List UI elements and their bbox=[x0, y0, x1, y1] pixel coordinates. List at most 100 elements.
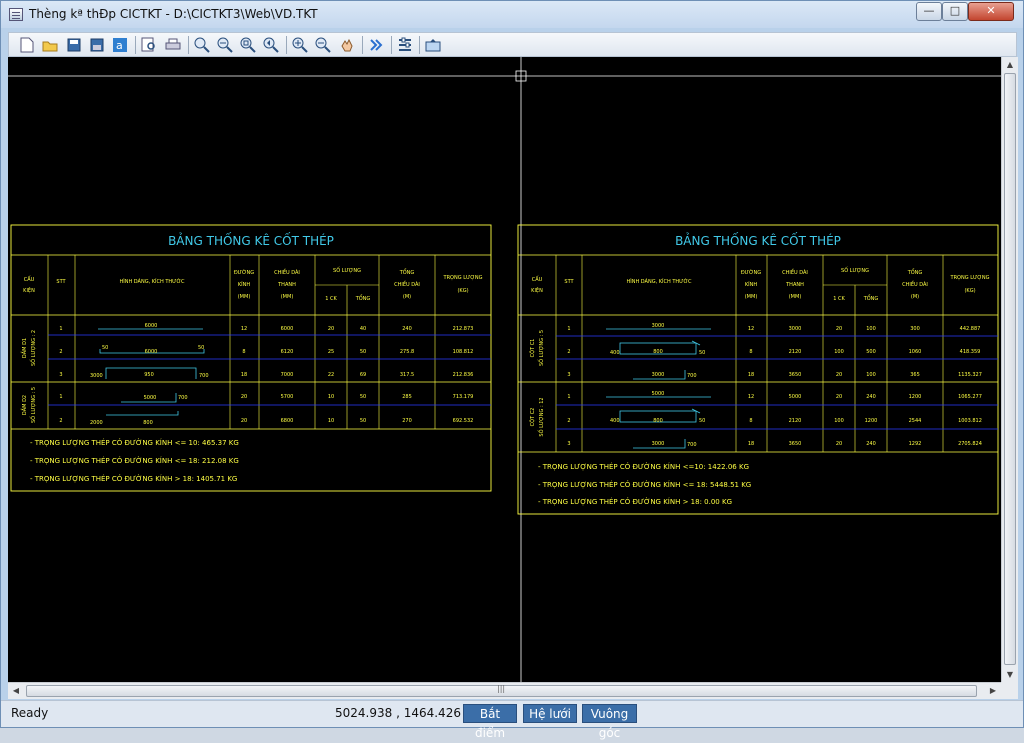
settings-icon[interactable] bbox=[396, 36, 414, 54]
next-icon[interactable] bbox=[367, 36, 385, 54]
header-diameter: (MM) bbox=[745, 294, 758, 300]
header-shape: HÌNH DÁNG, KÍCH THƯỚC bbox=[119, 278, 185, 285]
header-length: CHIỀU DÀI bbox=[782, 268, 808, 276]
drawing-canvas[interactable]: BẢNG THỐNG KÊ CỐT THÉP CẤU KIỆN STT HÌNH… bbox=[8, 57, 1001, 682]
new-file-icon[interactable] bbox=[18, 36, 36, 54]
table-row: 3 3000 700 18 3650 20 240 1292 2705.824 bbox=[567, 439, 982, 449]
header-diameter: ĐƯỜNG bbox=[741, 269, 761, 276]
zoom-in-icon[interactable] bbox=[291, 36, 309, 54]
table-row: 1 6000 12 6000 20 40 240 212.873 bbox=[59, 323, 473, 332]
zoom-all-icon[interactable] bbox=[216, 36, 234, 54]
header-quantity: SỐ LƯỢNG bbox=[333, 266, 361, 274]
zoom-extents-icon[interactable] bbox=[239, 36, 257, 54]
svg-text:50: 50 bbox=[102, 345, 108, 351]
svg-text:20: 20 bbox=[328, 326, 334, 332]
header-qty-total: TỔNG bbox=[863, 294, 879, 302]
svg-text:10: 10 bbox=[328, 394, 334, 400]
scroll-down-icon[interactable]: ▼ bbox=[1002, 667, 1018, 682]
svg-text:12: 12 bbox=[748, 326, 754, 332]
zoom-window-icon[interactable] bbox=[193, 36, 211, 54]
grid-toggle-button[interactable]: Hệ lưới bbox=[523, 704, 577, 723]
svg-text:2: 2 bbox=[567, 418, 570, 424]
svg-text:240: 240 bbox=[866, 441, 876, 447]
svg-text:1: 1 bbox=[59, 394, 62, 400]
save-as-icon[interactable] bbox=[88, 36, 106, 54]
minimize-button[interactable]: — bbox=[916, 2, 942, 21]
summary-line: - TRỌNG LƯỢNG THÉP CÓ ĐƯỜNG KÍNH <= 18: … bbox=[538, 480, 751, 489]
export-icon[interactable] bbox=[424, 36, 442, 54]
app-window: Thèng kª thÐp CICTKT - D:\CICTKT3\Web\VD… bbox=[0, 0, 1024, 740]
svg-text:6800: 6800 bbox=[281, 418, 294, 424]
horizontal-scrollbar[interactable]: ◀ ||| ▶ bbox=[8, 682, 1001, 699]
header-qty-total: TỔNG bbox=[355, 294, 371, 302]
header-shape: HÌNH DÁNG, KÍCH THƯỚC bbox=[626, 278, 692, 285]
status-bar: Ready 5024.938 , 1464.426 Bắt điểm Hệ lư… bbox=[1, 700, 1023, 740]
group-label: DẦM D2 bbox=[20, 395, 28, 415]
svg-text:1003.812: 1003.812 bbox=[958, 418, 982, 424]
header-total-length: CHIỀU DÀI bbox=[394, 280, 420, 288]
svg-text:20: 20 bbox=[241, 418, 247, 424]
svg-text:7000: 7000 bbox=[281, 372, 294, 378]
svg-text:2120: 2120 bbox=[789, 418, 802, 424]
table-row: 2 2000 800 20 6800 10 50 270 692.532 bbox=[59, 411, 473, 426]
print-icon[interactable] bbox=[164, 36, 182, 54]
svg-text:50: 50 bbox=[360, 418, 366, 424]
group-label: SỐ LƯỢNG : 12 bbox=[537, 397, 545, 436]
group-label: SỐ LƯỢNG : 2 bbox=[29, 330, 37, 366]
svg-text:317.5: 317.5 bbox=[400, 372, 414, 378]
maximize-button[interactable]: □ bbox=[942, 2, 968, 21]
toolbar: a bbox=[8, 32, 1017, 57]
table-row: 3 3000 950 700 18 7000 22 69 317.5 212.8… bbox=[59, 367, 473, 379]
scroll-up-icon[interactable]: ▲ bbox=[1002, 57, 1018, 72]
svg-text:100: 100 bbox=[834, 349, 844, 355]
svg-text:3650: 3650 bbox=[789, 441, 802, 447]
svg-text:300: 300 bbox=[910, 326, 920, 332]
header-ck: KIỆN bbox=[531, 286, 543, 294]
title-bar[interactable]: Thèng kª thÐp CICTKT - D:\CICTKT3\Web\VD… bbox=[1, 1, 1023, 28]
header-qty-1ck: 1 CK bbox=[325, 296, 337, 302]
svg-text:a: a bbox=[116, 39, 123, 52]
open-file-icon[interactable] bbox=[41, 36, 59, 54]
svg-text:3: 3 bbox=[59, 372, 62, 378]
header-length: (MM) bbox=[281, 294, 294, 300]
svg-text:1292: 1292 bbox=[909, 441, 922, 447]
svg-text:3650: 3650 bbox=[789, 372, 802, 378]
zoom-previous-icon[interactable] bbox=[262, 36, 280, 54]
vertical-scroll-thumb[interactable] bbox=[1004, 73, 1016, 665]
group-label: CỘT C1 bbox=[529, 339, 536, 358]
svg-text:418.359: 418.359 bbox=[960, 349, 981, 355]
svg-text:18: 18 bbox=[241, 372, 247, 378]
header-total-length: (M) bbox=[911, 294, 919, 300]
header-length: THANH bbox=[785, 282, 804, 288]
snap-toggle-button[interactable]: Bắt điểm bbox=[463, 704, 517, 740]
header-diameter: (MM) bbox=[238, 294, 251, 300]
header-diameter: KÍNH bbox=[745, 281, 757, 288]
print-preview-icon[interactable] bbox=[140, 36, 158, 54]
summary-line: - TRỌNG LƯỢNG THÉP CÓ ĐƯỜNG KÍNH <=10: 1… bbox=[538, 462, 749, 471]
group-label: DẦM D1 bbox=[20, 338, 28, 358]
svg-text:8: 8 bbox=[242, 349, 245, 355]
summary-line: - TRỌNG LƯỢNG THÉP CÓ ĐƯỜNG KÍNH > 18: 0… bbox=[538, 497, 732, 506]
save-icon[interactable] bbox=[65, 36, 83, 54]
header-total-length: (M) bbox=[403, 294, 411, 300]
svg-text:2120: 2120 bbox=[789, 349, 802, 355]
svg-text:12: 12 bbox=[241, 326, 247, 332]
ortho-toggle-button[interactable]: Vuông góc bbox=[582, 704, 637, 740]
svg-text:275.8: 275.8 bbox=[400, 349, 414, 355]
toolbar-separator bbox=[419, 36, 420, 54]
svg-text:20: 20 bbox=[836, 326, 842, 332]
svg-text:108.812: 108.812 bbox=[453, 349, 474, 355]
svg-text:240: 240 bbox=[402, 326, 412, 332]
header-length: THANH bbox=[277, 282, 296, 288]
close-button[interactable]: ✕ bbox=[968, 2, 1014, 21]
scroll-left-icon[interactable]: ◀ bbox=[8, 683, 24, 699]
scroll-right-icon[interactable]: ▶ bbox=[985, 683, 1001, 699]
svg-text:365: 365 bbox=[910, 372, 920, 378]
pan-icon[interactable] bbox=[338, 36, 356, 54]
header-ck: CẤU bbox=[24, 275, 35, 283]
header-qty-1ck: 1 CK bbox=[833, 296, 845, 302]
vertical-scrollbar[interactable]: ▲ ▼ bbox=[1001, 57, 1018, 682]
svg-text:20: 20 bbox=[836, 372, 842, 378]
font-icon[interactable]: a bbox=[111, 36, 129, 54]
zoom-out-icon[interactable] bbox=[314, 36, 332, 54]
